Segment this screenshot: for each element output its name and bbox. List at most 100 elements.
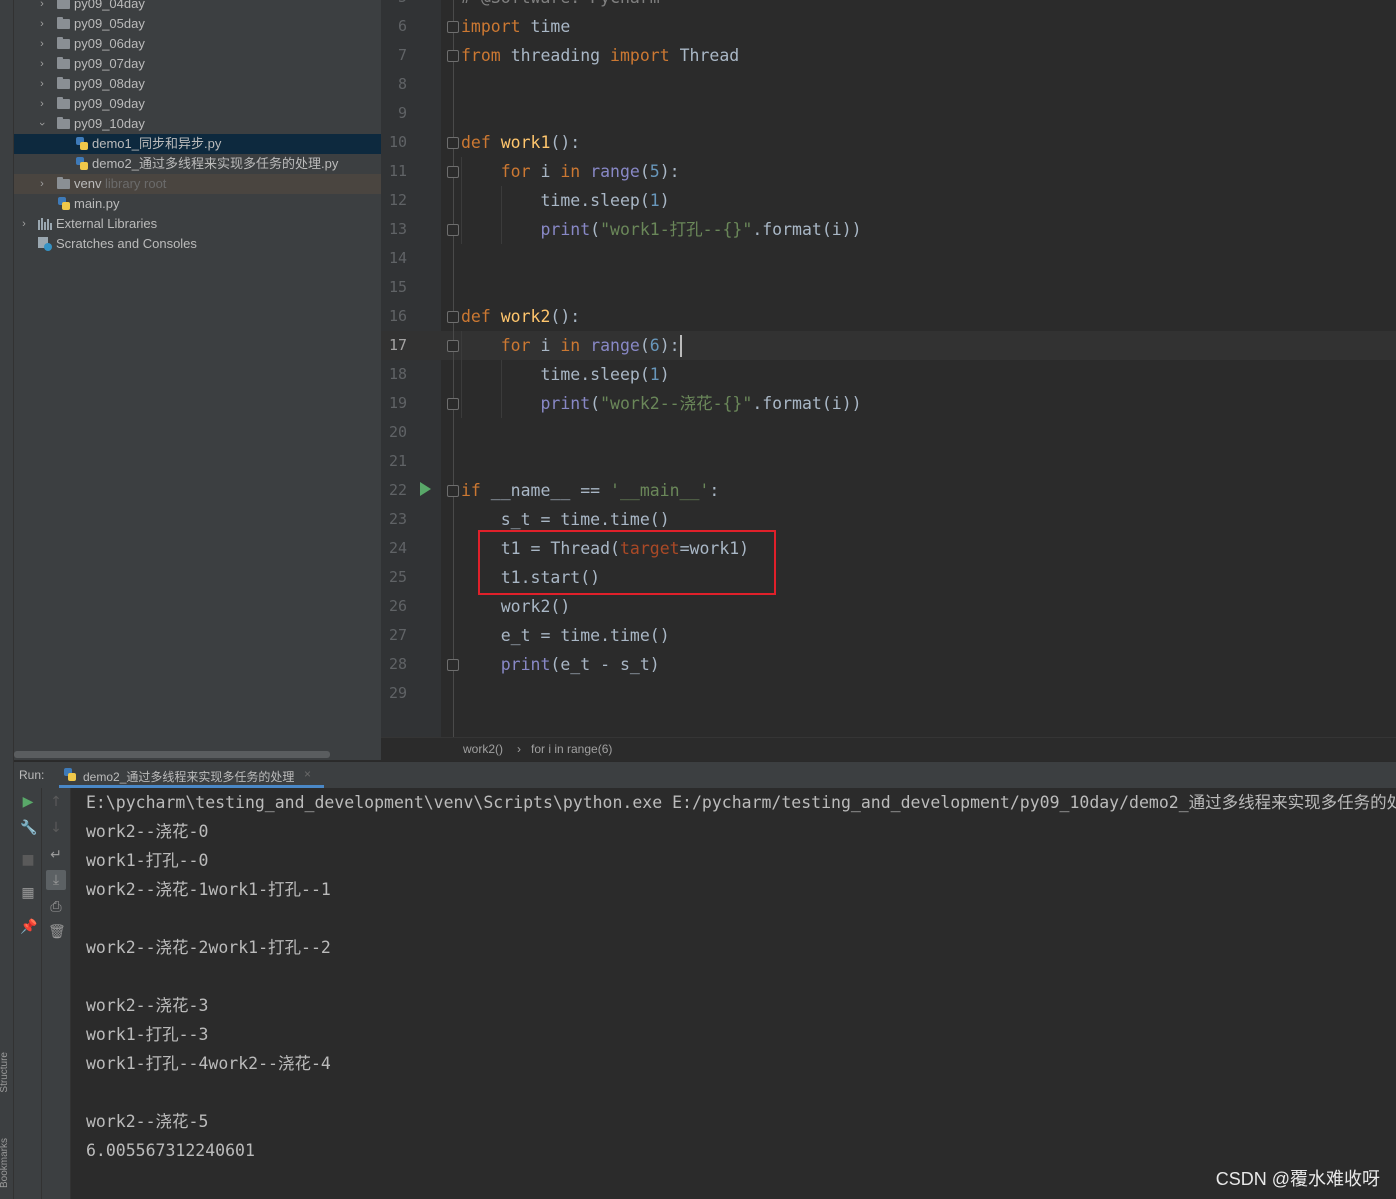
line-number: 10 <box>388 133 407 151</box>
run-icon[interactable] <box>420 482 431 496</box>
fold-marker-icon[interactable] <box>447 50 459 62</box>
line-number: 9 <box>397 104 407 122</box>
tree-item-label: py09_10day <box>74 116 145 131</box>
chevron-right-icon[interactable]: › <box>18 214 30 234</box>
tree-item-py09-07day[interactable]: › py09_07day <box>14 54 381 74</box>
project-tree: › py09_04day › py09_05day › py09_06day ›… <box>14 0 381 760</box>
code-line-22: if __name__ == '__main__': <box>461 481 720 500</box>
tree-item-label: Scratches and Consoles <box>56 236 197 251</box>
chevron-right-icon[interactable]: › <box>36 54 48 74</box>
folder-icon <box>57 177 70 189</box>
tree-item-label: demo1_同步和异步.py <box>92 136 222 151</box>
folder-icon <box>57 77 70 89</box>
fold-marker-icon[interactable] <box>447 659 459 671</box>
breadcrumb: work2() › for i in range(6) <box>381 737 1396 762</box>
tree-item-py09-09day[interactable]: › py09_09day <box>14 94 381 114</box>
soft-wrap-icon[interactable]: ↵ <box>48 847 64 863</box>
wrench-icon[interactable]: 🔧 <box>20 820 37 836</box>
fold-marker-icon[interactable] <box>447 340 459 352</box>
arrow-up-icon[interactable]: ↑ <box>48 794 64 810</box>
tree-item-py09-05day[interactable]: › py09_05day <box>14 14 381 34</box>
code-line-6: import time <box>461 17 571 36</box>
breadcrumb-function[interactable]: work2() <box>463 738 503 761</box>
chevron-right-icon[interactable]: › <box>36 174 48 194</box>
run-toolbar-secondary: ↑ ↓ ↵ ⤓ ⎙ 🗑 <box>42 788 71 1199</box>
code-line-19: print("work2--浇花-{}".format(i)) <box>540 394 862 413</box>
chevron-down-icon[interactable]: › <box>32 118 52 130</box>
fold-marker-icon[interactable] <box>447 485 459 497</box>
line-number: 20 <box>388 423 407 441</box>
run-panel-header: Run: demo2_通过多线程来实现多任务的处理 × <box>14 761 1396 789</box>
code-line-11: for i in range(5): <box>500 162 680 181</box>
folder-icon <box>57 17 70 29</box>
code-line-27: e_t = time.time() <box>500 626 670 645</box>
line-number: 15 <box>388 278 407 296</box>
fold-marker-icon[interactable] <box>447 398 459 410</box>
run-tab[interactable]: demo2_通过多线程来实现多任务的处理 × <box>59 762 324 788</box>
console-output[interactable]: E:\pycharm\testing_and_development\venv\… <box>71 788 1396 1199</box>
console-line: work2--浇花-3 <box>86 996 209 1015</box>
bookmarks-tab[interactable]: Bookmarks <box>0 1138 10 1188</box>
scroll-to-end-icon[interactable]: ⤓ <box>46 870 66 890</box>
scratches-icon <box>38 237 52 251</box>
layout-icon[interactable]: ▦ <box>20 885 36 901</box>
arrow-down-icon[interactable]: ↓ <box>48 820 64 836</box>
chevron-right-icon[interactable]: › <box>36 14 48 34</box>
tree-item-py09-04day[interactable]: › py09_04day <box>14 0 381 14</box>
tree-item-label: External Libraries <box>56 216 158 231</box>
tree-item-py09-08day[interactable]: › py09_08day <box>14 74 381 94</box>
tree-item-demo2[interactable]: demo2_通过多线程来实现多任务的处理.py <box>14 154 381 174</box>
highlight-annotation-box <box>478 530 776 595</box>
line-number: 8 <box>397 75 407 93</box>
trash-icon[interactable]: 🗑 <box>48 924 66 940</box>
structure-tab[interactable]: Structure <box>0 1052 10 1093</box>
python-icon <box>64 768 76 781</box>
tree-item-external-libraries[interactable]: › External Libraries <box>14 214 381 234</box>
print-icon[interactable]: ⎙ <box>48 899 64 915</box>
fold-marker-icon[interactable] <box>447 21 459 33</box>
console-line: work1-打孔--4work2--浇花-4 <box>86 1054 331 1073</box>
line-number: 23 <box>388 510 407 528</box>
code-line-16: def work2(): <box>461 307 581 326</box>
pin-icon[interactable]: 📌 <box>20 919 37 935</box>
line-number-current: 17 <box>388 336 407 354</box>
chevron-right-icon[interactable]: › <box>36 0 48 14</box>
line-number: 22 <box>388 481 407 499</box>
console-line: work1-打孔--0 <box>86 851 209 870</box>
tree-item-main[interactable]: main.py <box>14 194 381 214</box>
tree-horizontal-scrollbar[interactable] <box>14 751 330 758</box>
chevron-right-icon[interactable]: › <box>36 34 48 54</box>
tree-item-py09-06day[interactable]: › py09_06day <box>14 34 381 54</box>
line-number: 11 <box>388 162 407 180</box>
tree-item-demo1[interactable]: demo1_同步和异步.py <box>14 134 381 154</box>
code-line-10: def work1(): <box>461 133 581 152</box>
chevron-right-icon[interactable]: › <box>36 94 48 114</box>
fold-marker-icon[interactable] <box>447 166 459 178</box>
fold-marker-icon[interactable] <box>447 224 459 236</box>
tree-item-py09-10day[interactable]: › py09_10day <box>14 114 381 134</box>
fold-marker-icon[interactable] <box>447 137 459 149</box>
folder-icon <box>57 117 70 129</box>
console-line: work1-打孔--3 <box>86 1025 209 1044</box>
gutter-divider <box>453 0 454 737</box>
breadcrumb-loop[interactable]: for i in range(6) <box>531 738 612 761</box>
python-file-icon <box>58 197 70 210</box>
tree-item-label: venv <box>74 176 102 191</box>
tree-item-label: py09_04day <box>74 0 145 11</box>
line-number: 16 <box>388 307 407 325</box>
console-line: work2--浇花-0 <box>86 822 209 841</box>
rerun-icon[interactable]: ▶ <box>20 794 36 810</box>
tree-item-venv[interactable]: › venv library root <box>14 174 381 194</box>
chevron-right-icon[interactable]: › <box>36 74 48 94</box>
fold-marker-icon[interactable] <box>447 311 459 323</box>
tree-item-label: py09_08day <box>74 76 145 91</box>
folder-icon <box>57 97 70 109</box>
folder-icon <box>57 0 70 9</box>
close-icon[interactable]: × <box>304 767 311 781</box>
run-tab-title: demo2_通过多线程来实现多任务的处理 <box>83 770 295 784</box>
code-line-5: # @Software: PyCharm <box>461 0 660 12</box>
tree-item-label: py09_07day <box>74 56 145 71</box>
tree-item-scratches[interactable]: Scratches and Consoles <box>14 234 381 254</box>
console-line: 6.005567312240601 <box>86 1141 255 1160</box>
stop-icon[interactable]: ■ <box>20 852 36 868</box>
